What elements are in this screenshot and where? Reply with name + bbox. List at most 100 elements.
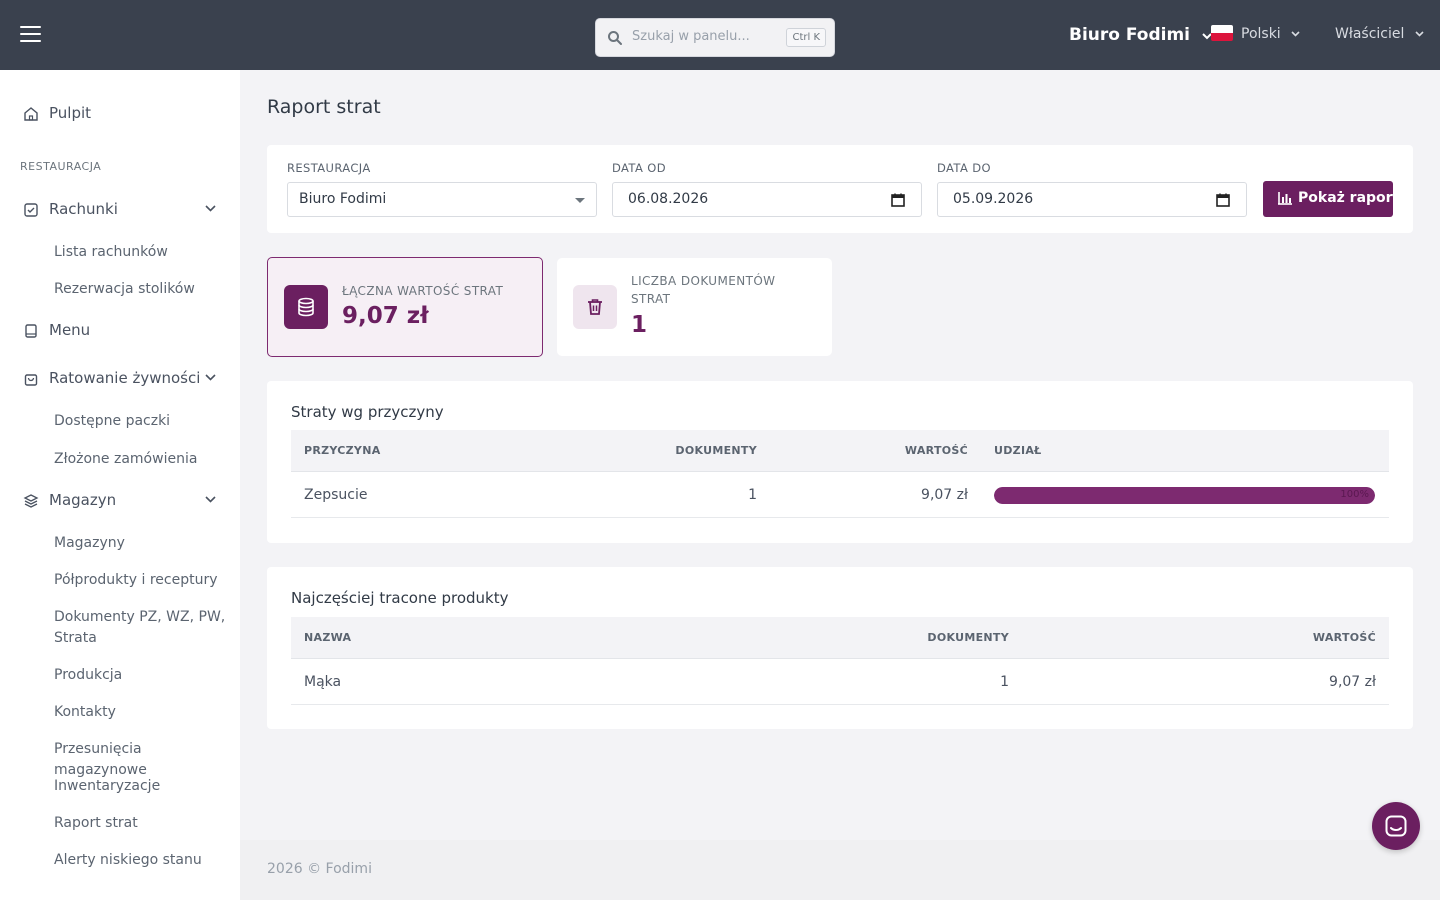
chevron-down-icon xyxy=(1415,31,1424,37)
user-role-label: Właściciel xyxy=(1335,26,1405,42)
user-menu[interactable]: Właściciel xyxy=(1335,26,1424,42)
sidebar-item-bills[interactable]: Rachunki xyxy=(0,192,240,228)
loss-documents-value: 1 xyxy=(631,312,648,338)
language-label: Polski xyxy=(1241,26,1281,42)
date-from-value: 06.08.2026 xyxy=(628,191,709,207)
chevron-down-icon xyxy=(1291,31,1300,37)
coins-icon xyxy=(284,285,328,329)
sidebar-subitem-available-packages[interactable]: Dostępne paczki xyxy=(54,411,234,432)
sidebar-subitem-stock-transfers[interactable]: Przesunięcia magazynowe xyxy=(54,739,234,781)
search-input[interactable]: Szukaj w panelu... Ctrl K xyxy=(595,18,835,57)
topbar: Szukaj w panelu... Ctrl K Biuro Fodimi P… xyxy=(0,0,1440,70)
loss-documents-stat-card: LICZBA DOKUMENTÓW STRAT 1 xyxy=(557,258,832,356)
losses-by-reason-title: Straty wg przyczyny xyxy=(291,403,444,421)
product-name-cell: Mąka xyxy=(304,674,342,690)
documents-cell: 1 xyxy=(748,487,757,503)
filters-card: RESTAURACJA Biuro Fodimi DATA OD 06.08.2… xyxy=(267,145,1413,233)
loss-documents-label-line1: LICZBA DOKUMENTÓW xyxy=(631,274,776,288)
date-to-input[interactable]: 05.09.2026 xyxy=(937,182,1247,217)
calendar-icon[interactable] xyxy=(1216,193,1230,207)
table-row: Mąka 1 9,07 zł xyxy=(291,659,1389,705)
book-icon xyxy=(25,324,37,338)
sidebar-subitem-low-stock-alerts[interactable]: Alerty niskiego stanu xyxy=(54,850,234,871)
checkbox-icon xyxy=(24,203,38,217)
sidebar-item-label: Menu xyxy=(49,321,91,339)
documents-cell: 1 xyxy=(1000,674,1009,690)
column-header-documents: DOKUMENTY xyxy=(927,631,1009,644)
sidebar-item-label: Ratowanie żywności xyxy=(49,369,201,387)
sidebar-subitem-loss-report[interactable]: Raport strat xyxy=(54,813,234,834)
column-header-share: UDZIAŁ xyxy=(994,444,1042,457)
date-from-input[interactable]: 06.08.2026 xyxy=(612,182,922,217)
show-report-label: Pokaż raport xyxy=(1298,190,1400,206)
sidebar-item-dashboard[interactable]: Pulpit xyxy=(0,96,240,132)
sidebar-item-label: Magazyn xyxy=(49,491,117,509)
column-header-value: WARTOŚĆ xyxy=(1312,631,1376,644)
sidebar-subitem-documents[interactable]: Dokumenty PZ, WZ, PW, Strata xyxy=(54,607,234,649)
restaurant-select-value: Biuro Fodimi xyxy=(299,191,387,207)
share-progress-label: 100% xyxy=(1340,489,1369,500)
value-cell: 9,07 zł xyxy=(1329,674,1376,690)
organization-switcher[interactable]: Biuro Fodimi xyxy=(1069,25,1212,45)
menu-toggle-icon[interactable] xyxy=(20,26,41,42)
table-header: PRZYCZYNA DOKUMENTY WARTOŚĆ UDZIAŁ xyxy=(291,430,1389,472)
sidebar-item-label: Pulpit xyxy=(49,104,92,122)
show-report-button[interactable]: Pokaż raport xyxy=(1263,181,1399,217)
top-lost-products-title: Najczęściej tracone produkty xyxy=(291,589,509,607)
dropdown-arrow-icon xyxy=(575,198,585,203)
table-row: Zepsucie 1 9,07 zł 100% xyxy=(291,472,1389,518)
restaurant-label: RESTAURACJA xyxy=(287,161,371,175)
total-loss-label: ŁĄCZNA WARTOŚĆ STRAT xyxy=(342,284,504,298)
footer: 2026 © Fodimi xyxy=(240,840,1440,900)
sidebar-subitem-production[interactable]: Produkcja xyxy=(54,665,234,686)
sidebar-subitem-warehouses[interactable]: Magazyny xyxy=(54,533,234,554)
home-icon xyxy=(24,107,38,121)
chevron-down-icon xyxy=(205,205,216,212)
language-switcher[interactable]: Polski xyxy=(1211,25,1300,42)
loss-documents-label-line2: STRAT xyxy=(631,292,671,306)
sidebar-subitem-bill-list[interactable]: Lista rachunków xyxy=(54,242,234,263)
chat-icon xyxy=(1385,815,1407,837)
sidebar-subitem-semi-products[interactable]: Półprodukty i receptury xyxy=(54,570,234,591)
reason-cell: Zepsucie xyxy=(304,487,368,503)
search-placeholder: Szukaj w panelu... xyxy=(632,29,750,44)
calendar-icon[interactable] xyxy=(891,193,905,207)
organization-name: Biuro Fodimi xyxy=(1069,25,1191,45)
losses-by-reason-card: Straty wg przyczyny PRZYCZYNA DOKUMENTY … xyxy=(267,381,1413,543)
chat-support-button[interactable] xyxy=(1372,802,1420,850)
chevron-down-icon xyxy=(205,496,216,503)
sidebar-subitem-placed-orders[interactable]: Złożone zamówienia xyxy=(54,449,234,470)
sidebar-item-label: Rachunki xyxy=(49,200,118,218)
date-to-value: 05.09.2026 xyxy=(953,191,1034,207)
column-header-value: WARTOŚĆ xyxy=(904,444,968,457)
sidebar-item-menu[interactable]: Menu xyxy=(0,313,240,349)
poland-flag-icon xyxy=(1211,25,1233,41)
date-from-label: DATA OD xyxy=(612,161,666,175)
sidebar-subitem-inventory[interactable]: Inwentaryzacje xyxy=(54,776,234,797)
shopping-bag-icon xyxy=(24,374,38,386)
column-header-name: NAZWA xyxy=(304,631,352,644)
value-cell: 9,07 zł xyxy=(921,487,968,503)
sidebar-item-warehouse[interactable]: Magazyn xyxy=(0,483,240,519)
trash-icon xyxy=(573,285,617,329)
top-lost-products-card: Najczęściej tracone produkty NAZWA DOKUM… xyxy=(267,567,1413,729)
chevron-down-icon xyxy=(205,374,216,381)
search-shortcut-badge: Ctrl K xyxy=(786,28,826,47)
total-loss-stat-card: ŁĄCZNA WARTOŚĆ STRAT 9,07 zł xyxy=(267,257,543,357)
layers-icon xyxy=(23,494,39,508)
sidebar-subitem-table-reservation[interactable]: Rezerwacja stolików xyxy=(54,279,234,300)
footer-copyright: 2026 © Fodimi xyxy=(267,861,372,877)
share-progress-bar: 100% xyxy=(994,487,1375,504)
sidebar-section-title: RESTAURACJA xyxy=(20,160,102,173)
column-header-reason: PRZYCZYNA xyxy=(304,444,381,457)
restaurant-select[interactable]: Biuro Fodimi xyxy=(287,182,597,217)
date-to-label: DATA DO xyxy=(937,161,991,175)
sidebar-item-food-rescue[interactable]: Ratowanie żywności xyxy=(0,361,240,397)
search-icon xyxy=(608,31,622,45)
page-title: Raport strat xyxy=(267,96,381,118)
table-header: NAZWA DOKUMENTY WARTOŚĆ xyxy=(291,617,1389,659)
bar-chart-icon xyxy=(1278,192,1292,205)
share-progress-fill: 100% xyxy=(994,487,1375,504)
column-header-documents: DOKUMENTY xyxy=(675,444,757,457)
sidebar-subitem-contacts[interactable]: Kontakty xyxy=(54,702,234,723)
